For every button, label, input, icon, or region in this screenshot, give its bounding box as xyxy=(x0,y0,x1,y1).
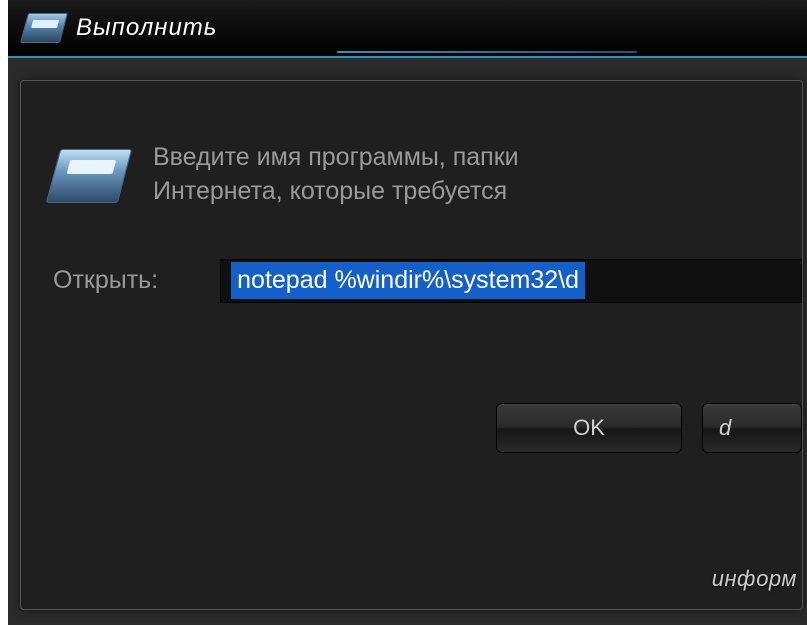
run-icon xyxy=(20,13,68,43)
run-dialog-window: Выполнить Введите имя программы, папки И… xyxy=(8,0,807,625)
titlebar-decoration xyxy=(337,5,637,53)
open-label: Открыть: xyxy=(53,266,158,295)
desc-line1: Введите имя программы, папки xyxy=(153,143,519,171)
desc-line2: Интернета, которые требуется xyxy=(153,177,507,205)
cancel-button[interactable]: d xyxy=(702,403,802,453)
ok-button[interactable]: OK xyxy=(496,403,682,453)
dialog-body: Введите имя программы, папки Интернета, … xyxy=(20,80,803,610)
command-input[interactable]: notepad %windir%\system32\d xyxy=(220,259,802,303)
watermark-text: информ xyxy=(712,566,797,592)
titlebar[interactable]: Выполнить xyxy=(8,0,807,58)
dialog-description: Введите имя программы, папки Интернета, … xyxy=(153,141,519,209)
titlebar-title: Выполнить xyxy=(76,14,217,42)
run-dialog-icon xyxy=(46,149,132,203)
command-input-value: notepad %windir%\system32\d xyxy=(231,262,585,299)
